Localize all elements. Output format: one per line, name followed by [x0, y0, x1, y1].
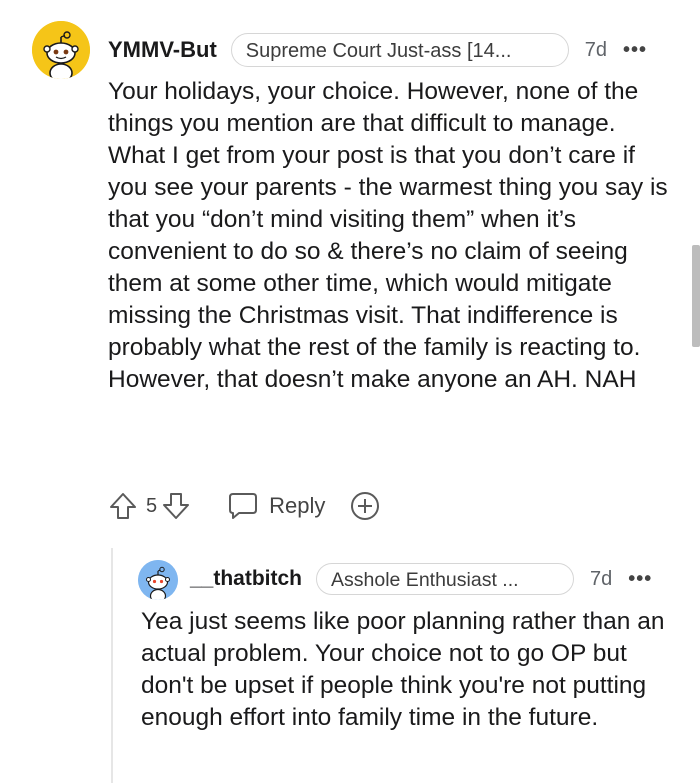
more-options-icon[interactable]: •••	[628, 569, 652, 589]
snoo-avatar-icon	[32, 21, 90, 79]
more-options-icon[interactable]: •••	[623, 40, 647, 60]
username[interactable]: YMMV-But	[108, 37, 217, 63]
snoo-avatar-icon	[138, 560, 178, 600]
user-flair: Supreme Court Just-ass [14...	[230, 33, 569, 67]
comment-body: Your holidays, your choice. However, non…	[108, 78, 668, 393]
reply-username[interactable]: __thatbitch	[190, 567, 302, 591]
upvote-icon[interactable]	[108, 491, 138, 521]
reply-age: 7d	[590, 567, 613, 590]
reply-header: __thatbitch Asshole Enthusiast ... 7d ••…	[190, 562, 670, 596]
comment-header: YMMV-But Supreme Court Just-ass [14... 7…	[108, 32, 668, 68]
reply-body: Yea just seems like poor planning rather…	[141, 608, 665, 731]
plus-circle-icon[interactable]	[349, 490, 381, 522]
downvote-icon[interactable]	[161, 491, 191, 521]
reply-button[interactable]: Reply	[227, 491, 325, 521]
comment-age: 7d	[584, 38, 608, 61]
speech-bubble-icon	[227, 491, 259, 521]
reply-avatar[interactable]	[138, 560, 178, 600]
scrollbar[interactable]	[692, 245, 700, 347]
vote-count: 5	[146, 494, 158, 517]
comment-actions: 5 Reply	[108, 486, 381, 526]
thread-line[interactable]	[111, 548, 113, 783]
reply-label: Reply	[269, 493, 326, 518]
reply-user-flair: Asshole Enthusiast ...	[316, 563, 575, 595]
avatar[interactable]	[32, 21, 90, 79]
